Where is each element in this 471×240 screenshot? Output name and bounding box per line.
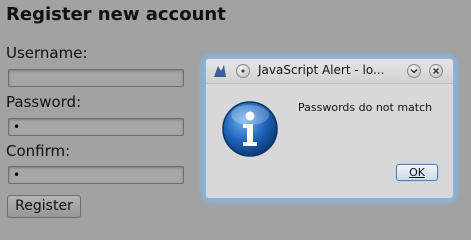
page-title: Register new account [6, 4, 226, 25]
ok-button[interactable]: OK [396, 164, 438, 181]
dialog-titlebar[interactable]: JavaScript Alert - lo... [206, 59, 453, 84]
username-label: Username: [6, 44, 88, 62]
app-icon[interactable] [212, 63, 228, 79]
register-button[interactable]: Register [7, 195, 81, 218]
dialog-title: JavaScript Alert - lo... [258, 63, 385, 77]
pin-icon[interactable] [236, 64, 250, 78]
close-icon[interactable] [429, 64, 443, 78]
confirm-label: Confirm: [6, 142, 71, 160]
username-field[interactable] [8, 69, 184, 87]
minimize-icon[interactable] [407, 64, 421, 78]
password-field[interactable] [8, 118, 184, 136]
info-icon [222, 101, 278, 157]
dialog-message: Passwords do not match [298, 101, 433, 114]
alert-dialog: JavaScript Alert - lo... Passwords do no… [205, 58, 454, 199]
password-label: Password: [6, 93, 82, 111]
confirm-field[interactable] [8, 166, 184, 184]
